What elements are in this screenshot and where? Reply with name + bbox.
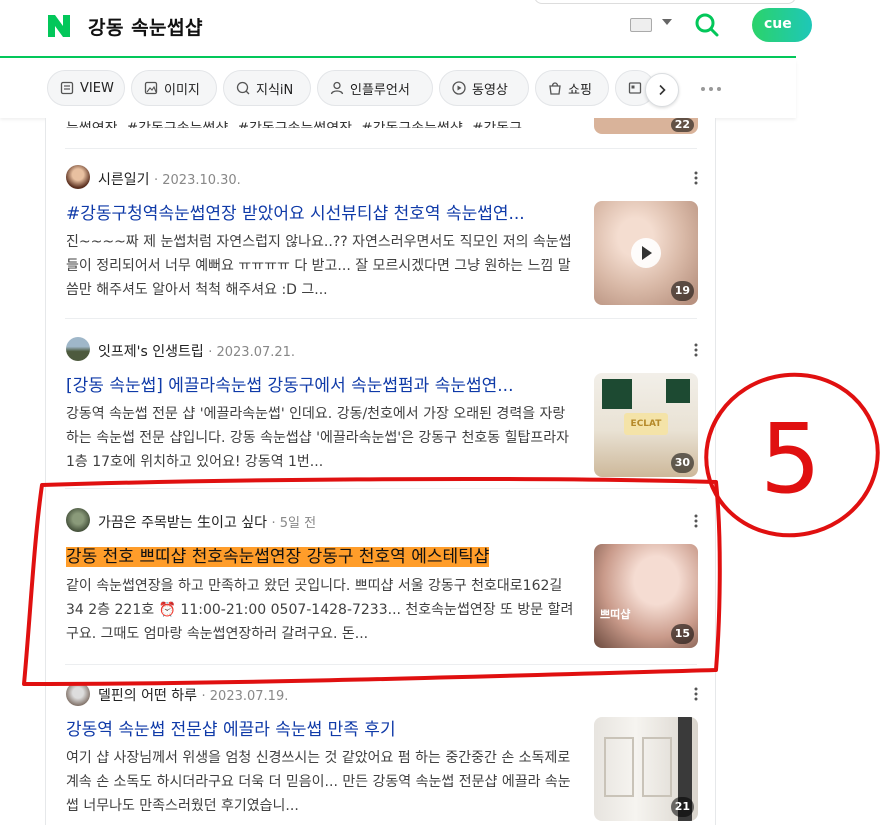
naver-logo-icon[interactable] [46,13,72,39]
image-count: 30 [670,453,694,473]
search-query[interactable]: 강동 속눈썹샵 [88,13,203,40]
result-description: 강동역 속눈썹 전문 샵 '에끌라속눈썹' 인데요. 강동/천호에서 가장 오래… [66,406,569,470]
author-name[interactable]: 시른일기 [98,172,150,188]
tab-view[interactable]: VIEW [47,70,125,106]
dropdown-edge [534,0,796,4]
chevron-down-icon[interactable] [662,19,672,25]
image-count: 19 [670,281,694,301]
author-line: 시른일기 · 2023.10.30. [98,172,241,188]
previous-result-thumbnail[interactable]: 22 [594,118,698,134]
previous-result-snippet: 눈썹연장, #강동구속눈썹샵, #강동구속눈썹연장, #강동구속눈썹샵, #강동… [66,118,576,128]
highlighted-title-text: 강동 천호 쁘띠샵 천호속눈썹연장 강동구 천호역 에스테틱샵 [66,547,490,567]
post-date: 2023.07.21. [216,345,296,360]
wall-panel [642,737,672,797]
tab-video[interactable]: 동영상 [439,70,529,106]
result-thumbnail[interactable]: 19 [594,201,698,305]
author-name[interactable]: 델핀의 어떤 하루 [98,688,197,704]
result-description: 진~~~~짜 제 눈썹처럼 자연스럽지 않나요..?? 자연스러우면서도 직모인… [66,234,572,298]
result-title[interactable]: #강동구청역속눈썹연장 받았어요 시선뷰티샵 천호역 속눈썹연... [66,201,576,227]
author-line: 가끔은 주목받는 生이고 싶다 · 5일 전 [98,515,317,531]
search-icon[interactable] [694,12,720,38]
influencer-icon [330,81,344,95]
result-thumbnail[interactable]: 쁘띠샵 15 [594,544,698,648]
tab-label: 동영상 [472,82,508,98]
result-item: 잇프제's 인생트립 · 2023.07.21. [강동 속눈썹] 에끌라속눈썹… [46,318,717,488]
video-icon [452,81,466,95]
more-vertical-icon[interactable] [694,687,698,701]
tab-label: 쇼핑 [568,82,592,98]
author-name[interactable]: 가끔은 주목받는 生이고 싶다 [98,515,267,531]
tab-shopping[interactable]: 쇼핑 [535,70,609,106]
result-item: 시른일기 · 2023.10.30. #강동구청역속눈썹연장 받았어요 시선뷰티… [46,148,717,318]
result-title[interactable]: 강동역 속눈썹 전문샵 에끌라 속눈썹 만족 후기 [66,717,576,743]
author-name[interactable]: 잇프제's 인생트립 [98,344,204,360]
play-icon [631,238,661,268]
more-vertical-icon[interactable] [694,343,698,357]
avatar[interactable] [66,337,90,361]
post-date: 2023.07.19. [209,689,289,704]
tab-influencer[interactable]: 인플루언서 [317,70,433,106]
more-vertical-icon[interactable] [694,514,698,528]
search-tab-bar: VIEW 이미지 지식iN 인플루언서 동영상 쇼핑 [0,60,796,118]
author-line: 델핀의 어떤 하루 · 2023.07.19. [98,688,289,704]
result-title[interactable]: [강동 속눈썹] 에끌라속눈썹 강동구에서 속눈썹펌과 속눈썹연... [66,373,576,399]
wall-frame [666,379,690,403]
more-options-icon[interactable] [700,86,722,92]
cue-button[interactable]: cue [752,8,812,42]
tab-image[interactable]: 이미지 [131,70,217,106]
result-thumbnail[interactable]: ECLAT 30 [594,373,698,477]
shopping-icon [549,82,561,95]
result-title[interactable]: 강동 천호 쁘띠샵 천호속눈썹연장 강동구 천호역 에스테틱샵 [66,544,490,570]
image-count: 22 [670,118,694,132]
tab-label: VIEW [80,80,114,96]
tab-label: 인플루언서 [350,82,410,98]
chevron-right-icon [659,84,666,96]
thumbnail-caption: 쁘띠샵 [600,608,631,621]
avatar[interactable] [66,508,90,532]
tab-label: 이미지 [164,82,200,98]
wall-panel [604,737,634,797]
result-item: 델핀의 어떤 하루 · 2023.07.19. 강동역 속눈썹 전문샵 에끌라 … [46,664,717,825]
image-icon [144,81,158,95]
knowledge-icon [236,81,250,95]
avatar[interactable] [66,165,90,189]
post-date: 5일 전 [279,516,317,531]
image-count: 15 [670,624,694,644]
result-thumbnail[interactable]: 21 [594,717,698,821]
result-item-highlighted: 가끔은 주목받는 生이고 싶다 · 5일 전 강동 천호 쁘띠샵 천호속눈썹연장… [46,488,717,660]
keyboard-icon[interactable] [630,18,652,32]
view-results-list: 눈썹연장, #강동구속눈썹샵, #강동구속눈썹연장, #강동구속눈썹샵, #강동… [45,118,716,825]
result-description: 여기 샵 사장님께서 위생을 엄청 신경쓰시는 것 같았어요 펌 하는 중간중간… [66,750,571,814]
annotation-number: 5 [760,403,821,515]
tabs-next-button[interactable] [645,73,679,107]
shop-sign: ECLAT [624,413,668,435]
tab-knowledge[interactable]: 지식iN [223,70,311,106]
result-description: 같이 속눈썹연장을 하고 만족하고 왔던 곳입니다. 쁘띠샵 서울 강동구 천호… [66,578,574,642]
search-header: 강동 속눈썹샵 cue [0,0,812,58]
image-count: 21 [670,797,694,817]
news-icon [628,82,642,94]
author-line: 잇프제's 인생트립 · 2023.07.21. [98,344,296,360]
annotation-circle [704,372,880,538]
post-date: 2023.10.30. [162,173,241,188]
wall-frame [602,379,632,409]
tab-label: 지식iN [256,82,294,98]
avatar[interactable] [66,682,90,706]
more-vertical-icon[interactable] [694,171,698,185]
view-icon [60,81,74,95]
